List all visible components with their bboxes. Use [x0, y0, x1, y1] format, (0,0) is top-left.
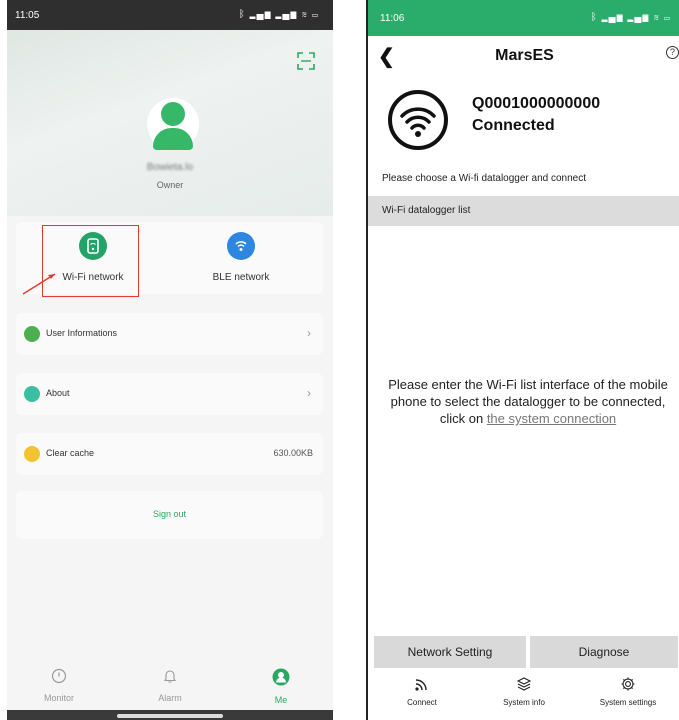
layers-icon [516, 677, 532, 691]
datalogger-list-header: Wi-Fi datalogger list [368, 196, 679, 226]
network-setting-button[interactable]: Network Setting [374, 636, 526, 668]
status-icons: ᛒ ▂▄▆ ▂▄▆ ≋ ▭ [238, 9, 319, 20]
tab-system-info[interactable]: System info [474, 676, 574, 707]
clear-cache-icon [24, 446, 40, 462]
username: Bowieta.lo [146, 162, 194, 173]
choose-instruction: Please choose a Wi-fi datalogger and con… [382, 173, 587, 184]
avatar-body [153, 128, 193, 150]
tab-me[interactable]: Me [241, 668, 321, 705]
annotation-arrow [22, 273, 56, 295]
tab-alarm[interactable]: Alarm [130, 668, 210, 703]
tab-me-label: Me [274, 695, 288, 705]
help-icon[interactable]: ? [666, 46, 679, 59]
user-info-icon [24, 326, 40, 342]
status-icons: ᛒ ▂▄▆ ▂▄▆ ≋ ▭ [590, 12, 671, 23]
sign-out-button[interactable]: Sign out [16, 491, 323, 539]
ble-network-icon [227, 232, 255, 260]
right-phone-screen: 11:06 ᛒ ▂▄▆ ▂▄▆ ≋ ▭ ❮ MarsES ? Q00010000… [366, 0, 679, 720]
tab-connect[interactable]: Connect [372, 676, 472, 707]
tab-system-settings-label: System settings [599, 698, 657, 707]
system-connection-link[interactable]: the system connection [487, 411, 616, 426]
profile-header: Bowieta.lo Owner [7, 30, 333, 216]
chevron-right-icon: › [307, 386, 311, 400]
user-info-row[interactable]: User Informations › [16, 313, 323, 355]
connect-icon [415, 679, 427, 691]
home-indicator[interactable] [117, 714, 223, 718]
clear-cache-row[interactable]: Clear cache 630.00KB [16, 433, 323, 475]
tab-system-info-label: System info [503, 698, 545, 707]
user-info-label: User Informations [46, 328, 118, 338]
clear-cache-label: Clear cache [46, 448, 95, 458]
tab-system-settings[interactable]: System settings [578, 676, 678, 707]
left-phone-screen: 11:05 ᛒ ▂▄▆ ▂▄▆ ≋ ▭ Bowieta.lo Owner Wi-… [7, 0, 333, 720]
diagnose-button[interactable]: Diagnose [530, 636, 678, 668]
status-time: 11:05 [15, 10, 40, 21]
about-row[interactable]: About › [16, 373, 323, 415]
tab-monitor[interactable]: Monitor [19, 668, 99, 703]
tab-connect-label: Connect [407, 698, 437, 707]
device-status: Connected [472, 117, 555, 134]
ble-network-button[interactable]: BLE network [166, 222, 316, 294]
status-time: 11:06 [380, 13, 405, 24]
nav-header: ❮ MarsES ? [368, 36, 679, 76]
ble-network-label: BLE network [212, 272, 270, 283]
about-label: About [46, 388, 70, 398]
user-role: Owner [156, 180, 184, 190]
tab-monitor-label: Monitor [43, 693, 74, 703]
datalogger-list-label: Wi-Fi datalogger list [382, 205, 471, 216]
tab-alarm-label: Alarm [158, 693, 182, 703]
device-id: Q0001000000000 [472, 95, 601, 112]
chevron-right-icon: › [307, 326, 311, 340]
monitor-icon [51, 668, 67, 684]
avatar-head [161, 102, 185, 126]
status-bar: 11:06 ᛒ ▂▄▆ ▂▄▆ ≋ ▭ [368, 0, 679, 36]
scan-icon[interactable] [297, 52, 315, 70]
person-icon [272, 668, 290, 686]
wifi-icon [388, 90, 448, 150]
bell-icon [163, 670, 177, 683]
page-title: MarsES [495, 47, 554, 64]
connect-instruction: Please enter the Wi-Fi list interface of… [378, 376, 678, 427]
sign-out-label: Sign out [152, 509, 187, 519]
about-icon [24, 386, 40, 402]
avatar[interactable] [147, 98, 199, 150]
status-bar: 11:05 ᛒ ▂▄▆ ▂▄▆ ≋ ▭ [7, 0, 333, 30]
gear-icon [621, 677, 635, 691]
cache-size: 630.00KB [273, 448, 313, 458]
